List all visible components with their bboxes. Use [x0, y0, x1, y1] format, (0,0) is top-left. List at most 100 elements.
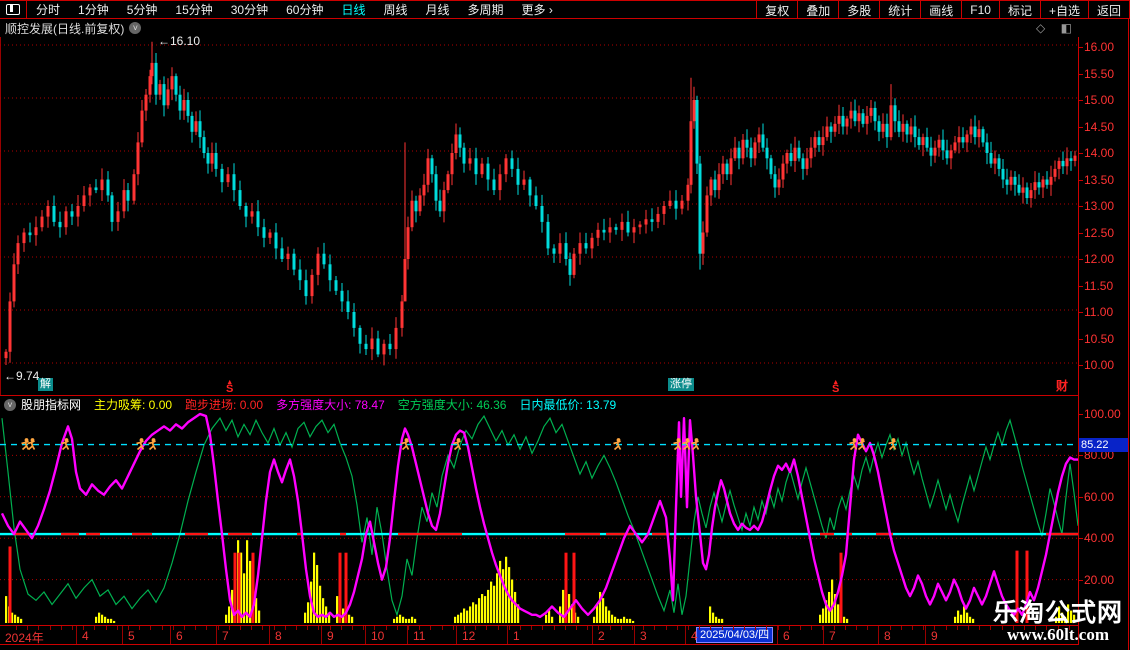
signal-marker: ▲S: [832, 379, 839, 393]
minor-tick: [486, 626, 487, 630]
signal-marker: ▲S: [226, 379, 233, 393]
month-label: 2: [598, 629, 605, 643]
menu-item[interactable]: 30分钟: [222, 1, 277, 18]
watermark-url: www.60lt.com: [993, 626, 1123, 644]
year-label: 2024年: [5, 629, 44, 646]
month-label: 7: [829, 629, 836, 643]
minor-tick: [990, 626, 991, 630]
minor-tick: [811, 626, 812, 630]
menu-item[interactable]: 1分钟: [69, 1, 118, 18]
indicator-chart[interactable]: [0, 396, 1078, 625]
month-tick: [823, 626, 824, 644]
menu-item[interactable]: 15分钟: [166, 1, 221, 18]
month-tick: [216, 626, 217, 644]
runner-icon: [28, 438, 35, 449]
tool-button[interactable]: 标记: [1000, 1, 1041, 18]
minor-tick: [296, 626, 297, 630]
tool-button[interactable]: 返回: [1089, 1, 1130, 18]
price-axis-label: 12.00: [1084, 252, 1114, 266]
menu-item[interactable]: 月线: [417, 1, 459, 18]
minor-tick: [117, 626, 118, 630]
minor-tick: [845, 626, 846, 630]
menu-item[interactable]: 更多 ›: [513, 1, 562, 18]
month-label: 1: [513, 629, 520, 643]
time-axis[interactable]: 2024年 2025/04/03/四 45678910111212346789: [0, 625, 1078, 645]
minor-tick: [498, 626, 499, 630]
month-tick: [507, 626, 508, 644]
minor-tick: [666, 626, 667, 630]
minor-tick: [206, 626, 207, 630]
month-tick: [634, 626, 635, 644]
month-label: 8: [275, 629, 282, 643]
month-label: 5: [128, 629, 135, 643]
minor-tick: [654, 626, 655, 630]
tool-button[interactable]: 统计: [880, 1, 921, 18]
minor-tick: [576, 626, 577, 630]
minor-tick: [442, 626, 443, 630]
window-layout-icon[interactable]: [0, 1, 27, 18]
indicator-axis-label: 60.00: [1084, 490, 1114, 504]
pane-window-icons[interactable]: ◇ ◧: [1036, 21, 1078, 35]
tool-button[interactable]: +自选: [1041, 1, 1089, 18]
month-label: 9: [931, 629, 938, 643]
minor-tick: [744, 626, 745, 630]
minor-tick: [430, 626, 431, 630]
max-price-label: ←16.10: [158, 34, 200, 48]
minor-tick: [901, 626, 902, 630]
tool-button[interactable]: F10: [962, 1, 1000, 18]
month-tick: [777, 626, 778, 644]
minor-tick: [946, 626, 947, 630]
menu-item[interactable]: 60分钟: [277, 1, 332, 18]
minor-tick: [699, 626, 700, 630]
runner-icon: [614, 438, 621, 449]
minor-tick: [173, 626, 174, 630]
tool-button[interactable]: 画线: [921, 1, 962, 18]
month-label: 4: [691, 629, 698, 643]
menu-item[interactable]: 多周期: [459, 1, 513, 18]
minor-tick: [856, 626, 857, 630]
minor-tick: [867, 626, 868, 630]
price-axis-label: 10.00: [1084, 358, 1114, 372]
minor-tick: [531, 626, 532, 630]
candlestick-chart[interactable]: [0, 37, 1078, 393]
chevron-down-icon[interactable]: ˅: [129, 22, 141, 34]
minor-tick: [755, 626, 756, 630]
minor-tick: [72, 626, 73, 630]
month-label: 6: [783, 629, 790, 643]
event-badge[interactable]: 解: [38, 378, 53, 391]
minor-tick: [733, 626, 734, 630]
month-tick: [321, 626, 322, 644]
event-badge[interactable]: 涨停: [668, 378, 694, 391]
minor-tick: [587, 626, 588, 630]
month-tick: [685, 626, 686, 644]
watermark: 乐淘公式网 www.60lt.com: [993, 600, 1123, 644]
minor-tick: [408, 626, 409, 630]
minor-tick: [106, 626, 107, 630]
price-axis-label: 15.50: [1084, 67, 1114, 81]
month-tick: [170, 626, 171, 644]
minor-tick: [957, 626, 958, 630]
menu-item[interactable]: 日线: [332, 1, 374, 18]
tool-button[interactable]: 多股: [839, 1, 880, 18]
minor-tick: [912, 626, 913, 630]
indicator-axis-label: 100.00: [1084, 407, 1121, 421]
runner-icon: [22, 438, 29, 449]
minor-tick: [565, 626, 566, 630]
menu-item[interactable]: 5分钟: [118, 1, 167, 18]
tool-button[interactable]: 叠加: [798, 1, 839, 18]
tool-button[interactable]: 复权: [757, 1, 798, 18]
month-label: 12: [462, 629, 475, 643]
minor-tick: [162, 626, 163, 630]
finance-badge[interactable]: 财: [1056, 377, 1068, 394]
month-tick: [269, 626, 270, 644]
axis-border-line: [1078, 37, 1079, 645]
indicator-axis-label: 40.00: [1084, 531, 1114, 545]
minor-tick: [195, 626, 196, 630]
minor-tick: [710, 626, 711, 630]
menu-item[interactable]: 分时: [27, 1, 69, 18]
minor-tick: [61, 626, 62, 630]
price-axis-label: 10.50: [1084, 332, 1114, 346]
menu-item[interactable]: 周线: [374, 1, 416, 18]
trading-app-window: 分时1分钟5分钟15分钟30分钟60分钟日线周线月线多周期更多 › 复权叠加多股…: [0, 0, 1130, 650]
minor-tick: [509, 626, 510, 630]
